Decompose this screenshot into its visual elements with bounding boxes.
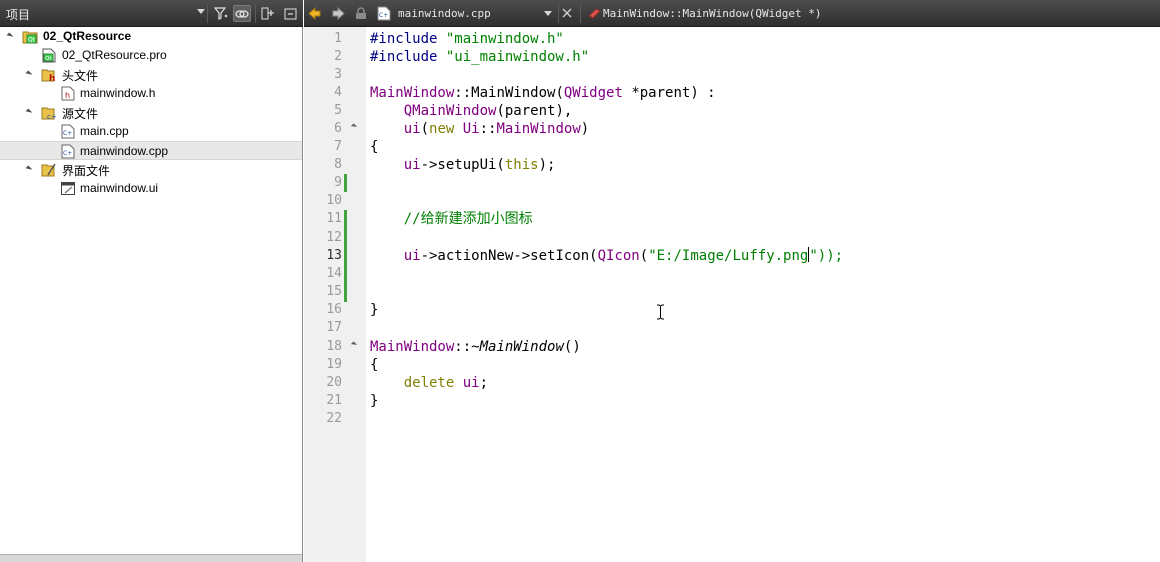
line-number: 11	[326, 211, 342, 226]
code-line-21: }	[370, 393, 379, 409]
tree-item-headers-folder[interactable]: h 头文件	[0, 65, 302, 84]
pro-file-icon: Qt	[41, 48, 57, 63]
code-line-16: }	[370, 302, 379, 318]
changed-lines-marker	[344, 174, 347, 192]
line-number: 10	[326, 193, 342, 208]
symbol-combo[interactable]: MainWindow::MainWindow(QWidget *)	[586, 3, 846, 24]
svg-text:c+: c+	[47, 113, 57, 120]
cpp-file-icon: C+	[60, 144, 76, 159]
svg-text:h: h	[65, 91, 70, 100]
panel-bottom-bar	[0, 554, 302, 562]
code-line-8: ui->setupUi(this);	[403, 157, 556, 173]
header-file-icon: h	[60, 86, 76, 101]
expand-arrow-icon[interactable]	[25, 108, 33, 116]
forms-folder-icon	[41, 162, 57, 177]
line-number: 7	[334, 139, 342, 154]
expand-arrow-icon[interactable]	[6, 32, 14, 40]
cpp-file-icon: C+	[377, 6, 391, 24]
tree-item-mainwindow-h[interactable]: h mainwindow.h	[0, 84, 302, 103]
line-number: 16	[326, 302, 342, 317]
line-number: 19	[326, 357, 342, 372]
tree-item-forms-folder[interactable]: 界面文件	[0, 160, 302, 179]
svg-text:h: h	[49, 74, 55, 82]
code-line-19: {	[370, 357, 379, 373]
code-line-6: ui(new Ui::MainWindow)	[403, 121, 590, 137]
project-panel-title: 项目	[6, 8, 31, 22]
code-line-4: MainWindow::MainWindow(QWidget *parent) …	[370, 85, 716, 101]
go-forward-icon[interactable]	[331, 6, 345, 21]
code-line-7: {	[370, 139, 379, 155]
code-line-13: ui->actionNew->setIcon(QIcon("E:/Image/L…	[403, 247, 844, 264]
line-number: 2	[334, 49, 342, 64]
tree-item-label: 02_QtResource	[43, 29, 132, 43]
ui-file-icon	[60, 181, 76, 196]
editor-toolbar: C+ mainwindow.cpp MainWindow::MainWindow…	[304, 0, 1160, 27]
expand-arrow-icon[interactable]	[25, 70, 33, 78]
line-number: 6	[334, 121, 342, 136]
code-line-20: delete ui;	[403, 375, 489, 391]
headers-folder-icon: h	[41, 67, 57, 84]
chevron-down-icon[interactable]	[544, 11, 552, 16]
code-line-5: QMainWindow(parent),	[403, 103, 573, 119]
tree-item-main-cpp[interactable]: C+ main.cpp	[0, 122, 302, 141]
tree-item-label: mainwindow.cpp	[80, 144, 169, 158]
project-panel: 项目 Qt 02_QtResource Qt 02_QtResource.pro…	[0, 0, 303, 562]
close-document-icon[interactable]	[561, 7, 573, 19]
sync-link-icon[interactable]	[233, 5, 251, 22]
tree-item-pro-file[interactable]: Qt 02_QtResource.pro	[0, 46, 302, 65]
line-number: 8	[334, 157, 342, 172]
project-panel-toolbar: 项目	[0, 0, 303, 27]
svg-text:C+: C+	[63, 150, 72, 157]
changed-lines-marker	[344, 210, 347, 302]
line-number: 4	[334, 85, 342, 100]
current-file-name: mainwindow.cpp	[398, 7, 491, 20]
tree-item-mainwindow-ui[interactable]: mainwindow.ui	[0, 179, 302, 198]
qt-project-icon: Qt	[22, 29, 38, 44]
line-number: 9	[334, 175, 342, 190]
line-number: 3	[334, 67, 342, 82]
ibeam-cursor-icon	[656, 304, 665, 320]
line-number: 12	[326, 230, 342, 245]
code-line-18: MainWindow::~MainWindow()	[370, 339, 581, 355]
lock-icon	[354, 7, 368, 20]
line-number: 15	[326, 284, 342, 299]
svg-text:C+: C+	[379, 12, 388, 19]
open-documents-combo[interactable]: C+ mainwindow.cpp	[374, 3, 554, 24]
tree-item-label: 界面文件	[62, 164, 111, 178]
function-symbol-icon	[588, 7, 601, 22]
split-view-icon[interactable]	[259, 5, 277, 22]
tree-item-label: main.cpp	[80, 124, 129, 138]
tree-item-label: 02_QtResource.pro	[62, 48, 167, 62]
code-line-1: #include "mainwindow.h"	[370, 31, 564, 47]
tree-item-label: mainwindow.ui	[80, 181, 159, 195]
line-number: 14	[326, 266, 342, 281]
line-number: 1	[334, 31, 342, 46]
current-symbol-name: MainWindow::MainWindow(QWidget *)	[603, 7, 822, 20]
tree-item-mainwindow-cpp[interactable]: C+ mainwindow.cpp	[0, 141, 302, 160]
close-panel-icon[interactable]	[281, 5, 299, 22]
tree-item-label: 头文件	[62, 69, 99, 83]
svg-text:Qt: Qt	[28, 37, 36, 44]
go-back-icon[interactable]	[308, 6, 322, 21]
tree-item-sources-folder[interactable]: c+ 源文件	[0, 103, 302, 122]
line-number: 18	[326, 339, 342, 354]
line-number: 22	[326, 411, 342, 426]
line-number: 20	[326, 375, 342, 390]
view-dropdown-icon[interactable]	[197, 9, 205, 14]
tree-item-label: 源文件	[62, 107, 99, 121]
svg-text:C+: C+	[63, 130, 72, 137]
expand-arrow-icon[interactable]	[25, 165, 33, 173]
line-number-current: 13	[326, 248, 342, 263]
code-line-11: //给新建添加小图标	[403, 211, 533, 227]
sources-folder-icon: c+	[41, 105, 57, 121]
tree-item-project[interactable]: Qt 02_QtResource	[0, 27, 302, 46]
line-number: 21	[326, 393, 342, 408]
line-number: 17	[326, 320, 342, 335]
tree-item-label: mainwindow.h	[80, 86, 156, 100]
svg-text:Qt: Qt	[45, 56, 52, 62]
line-number: 5	[334, 103, 342, 118]
code-line-2: #include "ui_mainwindow.h"	[370, 49, 590, 65]
filter-icon[interactable]	[212, 5, 230, 22]
cpp-file-icon: C+	[60, 124, 76, 139]
